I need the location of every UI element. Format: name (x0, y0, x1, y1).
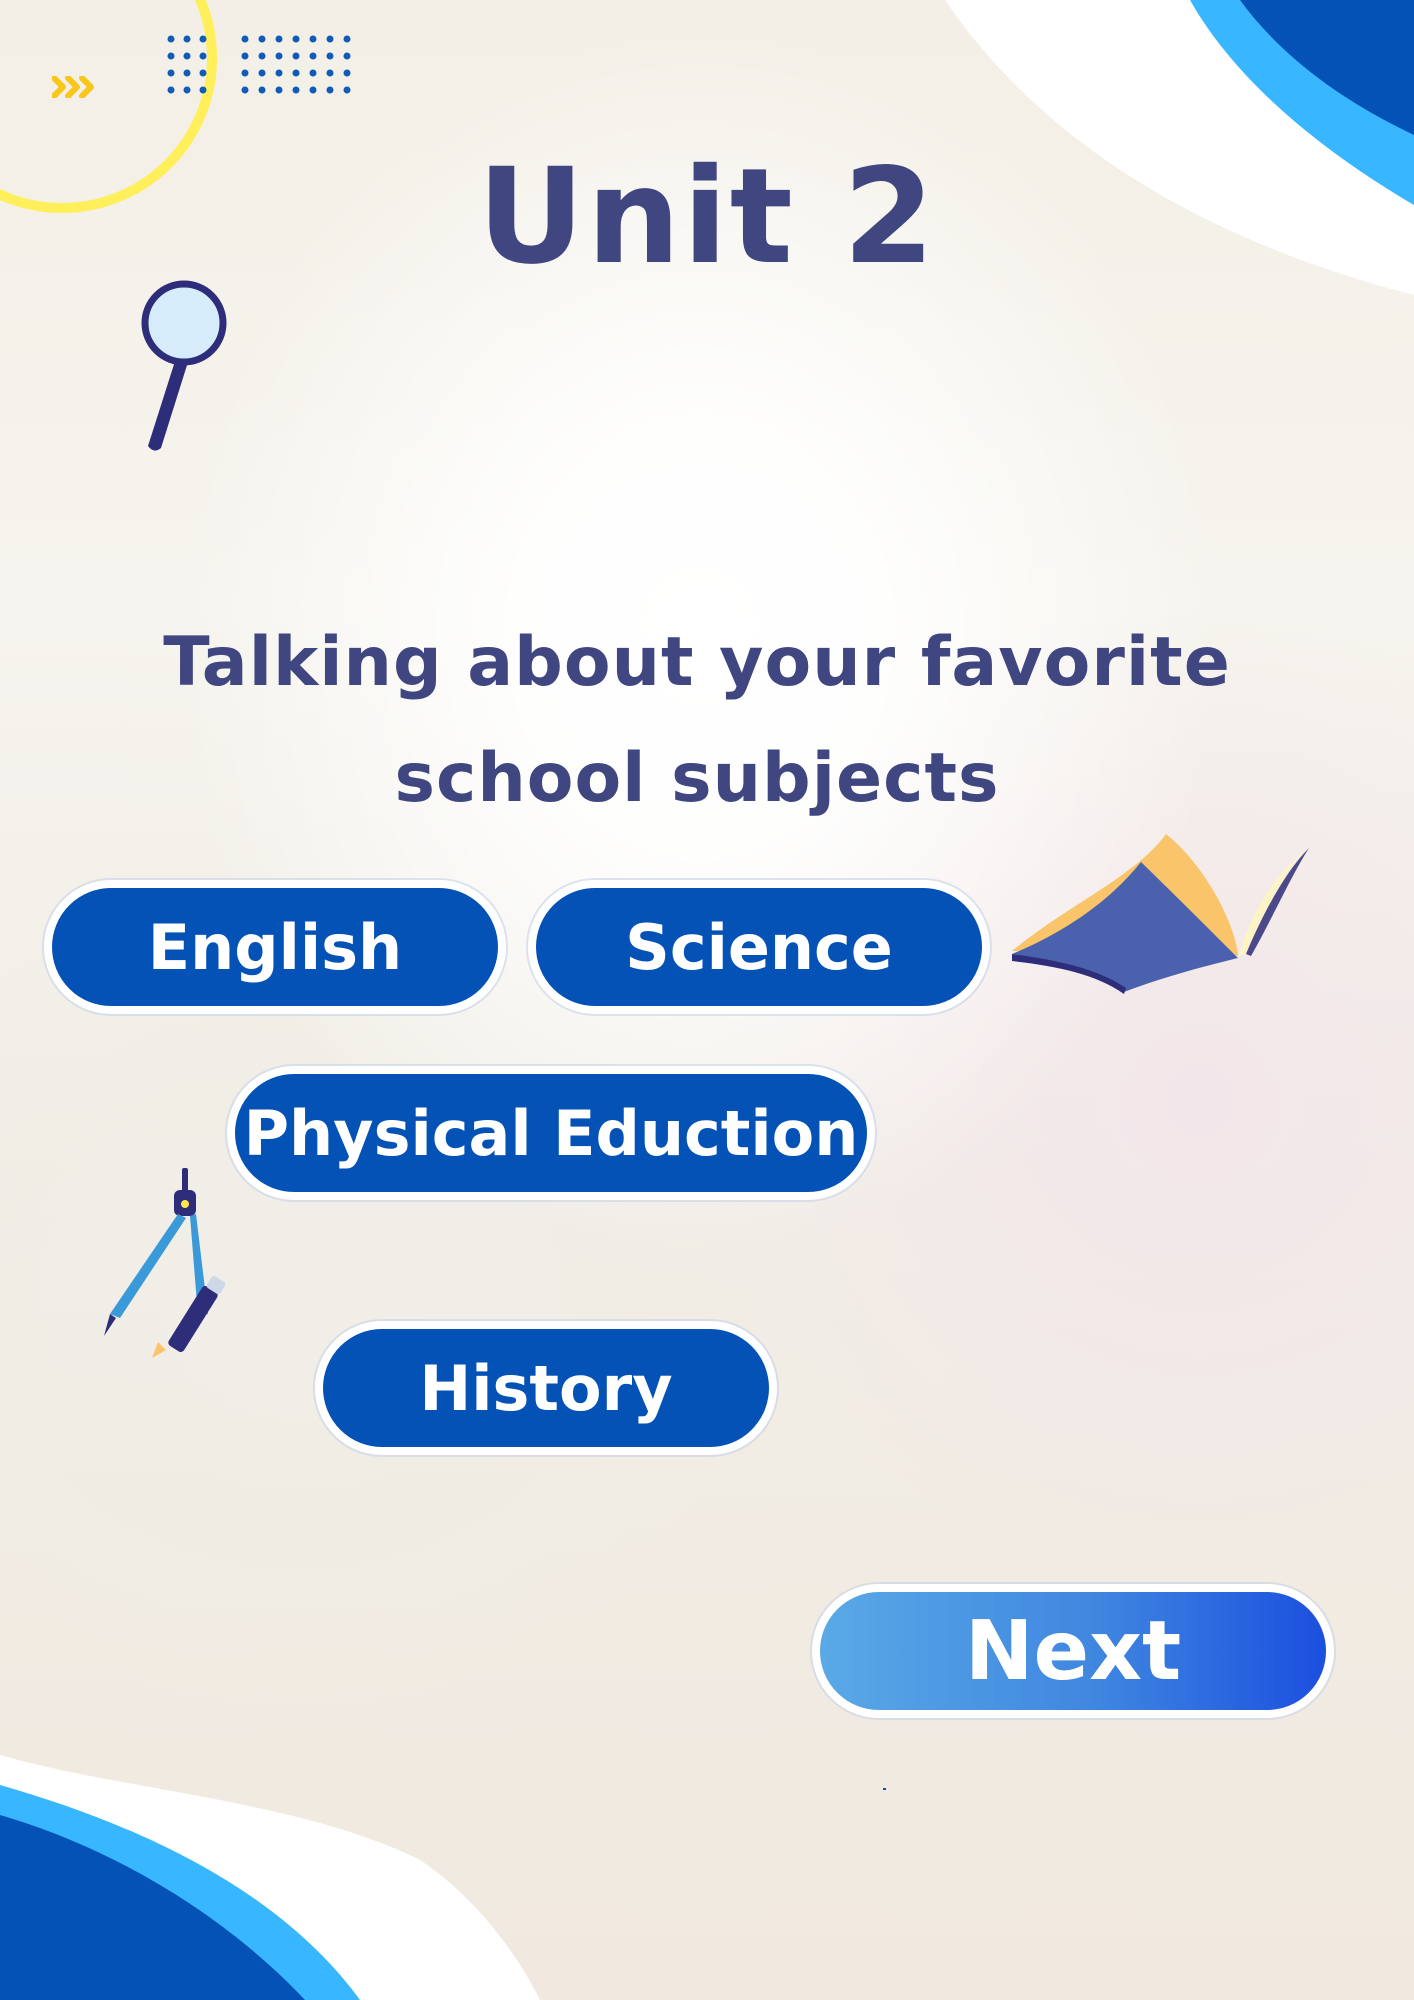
subtitle: Talking about your favorite school subje… (140, 605, 1254, 837)
history-button[interactable]: History (315, 1321, 777, 1455)
magnifying-glass-icon (141, 280, 227, 451)
compass-tool-icon (104, 1168, 226, 1358)
dot-grid-icon (167, 35, 351, 94)
chevrons-right-icon (52, 76, 94, 98)
next-button[interactable]: Next (812, 1584, 1334, 1718)
page-title: Unit 2 (477, 140, 937, 294)
science-button[interactable]: Science (528, 880, 990, 1014)
subtitle-line-1: Talking about your favorite (163, 623, 1231, 702)
tiny-dot-decor (883, 1788, 886, 1790)
bottom-left-wave (0, 1755, 540, 2000)
english-button[interactable]: English (44, 880, 506, 1014)
physical-education-button[interactable]: Physical Eduction (227, 1066, 875, 1200)
open-book-icon (1012, 834, 1309, 994)
subtitle-line-2: school subjects (394, 739, 1000, 818)
